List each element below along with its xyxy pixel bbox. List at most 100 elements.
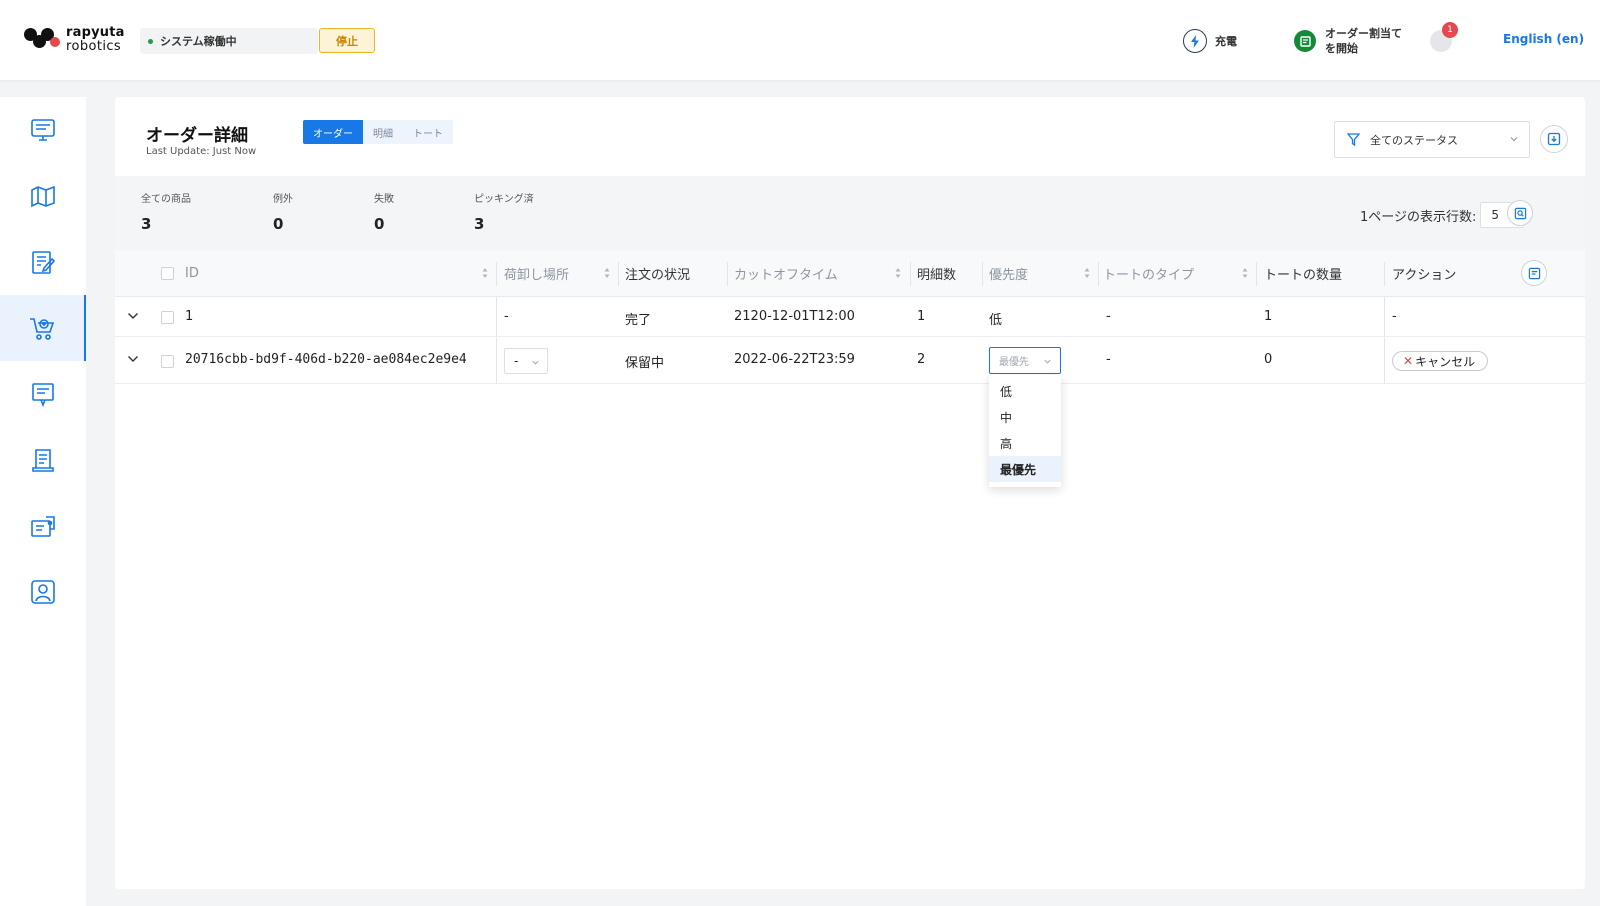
rows-per-page-label: 1ページの表示行数: [1360, 209, 1477, 225]
chevron-down-icon [1510, 137, 1518, 142]
chevron-down-icon [1044, 359, 1051, 364]
sort-icon [1242, 268, 1248, 278]
lightning-icon [1183, 29, 1207, 53]
sidebar [0, 97, 86, 906]
filter-icon [1347, 133, 1360, 146]
stat-failed: 失敗 0 [374, 194, 394, 233]
select-all-checkbox[interactable] [161, 267, 174, 280]
column-tote-type[interactable]: トートのタイプ [1103, 250, 1194, 297]
document-icon [32, 449, 54, 472]
row-cutoff-time: 2022-06-22T23:59 [734, 352, 855, 367]
sidebar-item-devices[interactable] [0, 493, 86, 559]
start-order-assign-button[interactable]: オーダー割当て を開始 [1294, 26, 1402, 56]
row-tote-type: - [1106, 352, 1111, 367]
row-tote-type: - [1106, 309, 1111, 324]
top-bar: rapyuta robotics システム稼働中 停止 充電 オーダー割当て を… [0, 0, 1600, 80]
charge-button[interactable]: 充電 [1183, 29, 1237, 53]
row-cutoff-time: 2120-12-01T12:00 [734, 309, 855, 324]
row-tote-quantity: 0 [1264, 352, 1273, 367]
stat-picked: ピッキング済 3 [474, 194, 534, 233]
rows-per-page: 1ページの表示行数: 5 [1360, 202, 1525, 228]
row-id[interactable]: 1 [185, 309, 193, 324]
column-line-count[interactable]: 明細数 [917, 250, 956, 297]
column-id[interactable]: ID [185, 250, 199, 297]
rapyuta-logo[interactable]: rapyuta robotics [24, 26, 125, 54]
table-row[interactable]: 20716cbb-bd9f-406d-b220-ae084ec2e9e4 - 保… [115, 338, 1585, 384]
cart-icon [30, 318, 55, 340]
map-icon [31, 185, 55, 208]
row-priority: 低 [989, 313, 1003, 328]
status-filter-select[interactable]: 全てのステータス [1334, 121, 1530, 158]
device-icon [31, 516, 55, 537]
language-switch[interactable]: English (en) [1503, 32, 1584, 46]
notepad-icon [32, 251, 56, 274]
sidebar-item-reports[interactable] [0, 361, 86, 427]
priority-select[interactable]: 最優先 [989, 347, 1061, 374]
order-detail-panel: オーダー詳細 Last Update: Just Now オーダー 明細 トート… [115, 97, 1585, 889]
sort-icon [604, 268, 610, 278]
column-cutoff-time[interactable]: カットオフタイム [734, 250, 838, 297]
priority-option-top[interactable]: 最優先 [989, 456, 1061, 482]
system-status-text: システム稼働中 [160, 35, 237, 48]
row-order-status: 完了 [625, 313, 652, 328]
row-checkbox[interactable] [161, 311, 174, 324]
column-settings-button[interactable] [1521, 260, 1547, 286]
order-assign-icon [1294, 30, 1316, 52]
status-dot-icon [148, 38, 153, 44]
last-update: Last Update: Just Now [146, 146, 257, 157]
dashboard-icon [31, 119, 55, 141]
search-table-button[interactable] [1507, 200, 1533, 226]
row-id[interactable]: 20716cbb-bd9f-406d-b220-ae084ec2e9e4 [185, 352, 467, 367]
tab-totes[interactable]: トート [403, 120, 453, 144]
close-icon: ✕ [1403, 354, 1414, 368]
tab-orders[interactable]: オーダー [303, 120, 363, 144]
notification-badge: 1 [1442, 22, 1458, 38]
stop-button[interactable]: 停止 [319, 28, 375, 53]
order-assign-line2: を開始 [1325, 42, 1358, 55]
sort-icon [895, 268, 901, 278]
stats-band: 全ての商品 3 例外 0 失敗 0 ピッキング済 3 1ページの表示行数: 5 [115, 176, 1585, 250]
sidebar-item-notepad[interactable] [0, 229, 86, 295]
page-title: オーダー詳細 [146, 126, 248, 146]
row-checkbox[interactable] [161, 355, 174, 368]
report-icon [32, 383, 54, 407]
column-unload-location[interactable]: 荷卸し場所 [504, 250, 569, 297]
expand-row-icon[interactable] [127, 354, 139, 364]
status-filter-value: 全てのステータス [1370, 133, 1458, 147]
cancel-order-button[interactable]: ✕ キャンセル [1392, 351, 1489, 371]
download-icon [1547, 132, 1561, 146]
stat-all-items: 全ての商品 3 [141, 194, 191, 233]
search-icon [1514, 207, 1526, 219]
tab-lines[interactable]: 明細 [363, 120, 403, 144]
chevron-down-icon [532, 360, 539, 365]
download-button[interactable] [1540, 125, 1568, 153]
sidebar-item-users[interactable] [0, 559, 86, 625]
sidebar-item-map[interactable] [0, 163, 86, 229]
priority-dropdown: 低 中 高 最優先 [989, 375, 1061, 487]
logo-text-line1: rapyuta [66, 25, 125, 40]
sort-icon [482, 268, 488, 278]
priority-option-medium[interactable]: 中 [989, 404, 1061, 430]
row-line-count: 1 [917, 309, 926, 324]
row-unload-location: - [504, 309, 509, 324]
column-order-status[interactable]: 注文の状況 [625, 250, 690, 297]
sort-icon [1084, 268, 1090, 278]
row-action: - [1392, 309, 1397, 324]
column-tote-quantity[interactable]: トートの数量 [1264, 250, 1342, 297]
unload-location-select[interactable]: - [504, 348, 548, 374]
sidebar-item-dashboard[interactable] [0, 97, 86, 163]
view-tabs: オーダー 明細 トート [303, 120, 453, 144]
user-icon [31, 580, 55, 604]
column-priority[interactable]: 優先度 [989, 250, 1028, 297]
column-action[interactable]: アクション [1392, 250, 1456, 297]
table-row[interactable]: 1 - 完了 2120-12-01T12:00 1 低 - 1 - [115, 297, 1585, 337]
sidebar-item-orders[interactable] [0, 295, 86, 361]
priority-option-low[interactable]: 低 [989, 378, 1061, 404]
order-assign-line1: オーダー割当て [1325, 27, 1402, 40]
row-tote-quantity: 1 [1264, 309, 1273, 324]
table-header: ID 荷卸し場所 注文の状況 カットオフタイム 明細数 優先度 トートのタイプ … [115, 250, 1585, 297]
expand-row-icon[interactable] [127, 311, 139, 321]
priority-option-high[interactable]: 高 [989, 430, 1061, 456]
sidebar-item-documents[interactable] [0, 427, 86, 493]
logo-text-line2: robotics [66, 39, 122, 54]
